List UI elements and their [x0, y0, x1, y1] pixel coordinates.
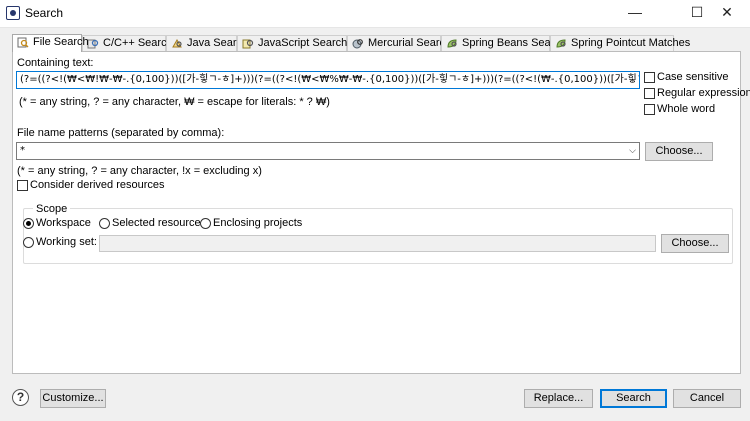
window-title: Search	[25, 6, 64, 20]
derived-resources-checkbox[interactable]	[17, 180, 28, 191]
tab-cpp-search[interactable]: C/C++ Search	[82, 35, 173, 51]
scope-workspace-label: Workspace	[36, 217, 91, 229]
file-patterns-hint: (* = any string, ? = any character, !x =…	[17, 165, 262, 177]
mercurial-search-icon	[352, 39, 363, 49]
whole-word-label: Whole word	[657, 103, 716, 115]
tab-label: Mercurial Search	[368, 37, 452, 49]
search-button[interactable]: Search	[600, 389, 667, 408]
scope-working-set-label: Working set:	[36, 236, 97, 248]
customize-button[interactable]: Customize...	[40, 389, 106, 408]
regex-label: Regular expression	[657, 87, 750, 99]
derived-resources-label: Consider derived resources	[30, 179, 165, 191]
replace-button[interactable]: Replace...	[524, 389, 593, 408]
tab-label: File Search	[33, 36, 89, 48]
tab-java-search[interactable]: Java Search	[166, 35, 248, 51]
containing-text-label: Containing text:	[17, 57, 94, 69]
close-button[interactable]: ✕	[704, 0, 750, 27]
search-tabs: File Search C/C++ Search Java Search Jav…	[12, 34, 742, 52]
minimize-button[interactable]: —	[612, 0, 658, 27]
tab-spring-beans-search[interactable]: Spring Beans Search	[441, 35, 566, 51]
regex-checkbox[interactable]	[644, 88, 655, 99]
scope-selected-label: Selected resources	[112, 217, 207, 229]
scope-label: Scope	[33, 203, 71, 215]
scope-enclosing-label: Enclosing projects	[213, 217, 303, 229]
cancel-button[interactable]: Cancel	[673, 389, 741, 408]
case-sensitive-checkbox[interactable]	[644, 72, 655, 83]
scope-workspace-radio[interactable]	[23, 218, 34, 229]
spring-pointcut-icon	[556, 39, 566, 48]
tab-file-search[interactable]: File Search	[12, 34, 89, 52]
scope-selected-radio[interactable]	[99, 218, 110, 229]
cpp-search-icon	[87, 39, 99, 49]
help-icon[interactable]: ?	[12, 389, 29, 406]
working-set-field	[99, 235, 656, 252]
whole-word-checkbox[interactable]	[644, 104, 655, 115]
file-patterns-label: File name patterns (separated by comma):	[17, 127, 225, 139]
chevron-down-icon[interactable]: ⌵	[629, 72, 636, 88]
scope-enclosing-radio[interactable]	[200, 218, 211, 229]
file-patterns-value: *	[20, 145, 25, 156]
tab-label: Spring Pointcut Matches	[571, 37, 691, 49]
tab-spring-pointcut-matches[interactable]: Spring Pointcut Matches	[550, 35, 690, 51]
spring-beans-icon	[447, 39, 457, 48]
java-search-icon	[172, 38, 182, 48]
tab-label: C/C++ Search	[103, 37, 173, 49]
containing-text-input[interactable]: (?=((?<!(₩<₩!₩-₩-.{0,100}))([가-힣ㄱ-ㅎ]+)))…	[16, 71, 640, 89]
containing-text-hint: (* = any string, ? = any character, ₩ = …	[19, 96, 330, 108]
choose-patterns-button[interactable]: Choose...	[645, 142, 713, 161]
title-bar: Search — ☐ ✕	[0, 0, 750, 28]
containing-text-value: (?=((?<!(₩<₩!₩-₩-.{0,100}))([가-힣ㄱ-ㅎ]+)))…	[20, 74, 640, 85]
tab-mercurial-search[interactable]: Mercurial Search	[347, 35, 451, 51]
scope-working-set-radio[interactable]	[23, 237, 34, 248]
chevron-down-icon[interactable]: ⌵	[629, 143, 636, 159]
eclipse-app-icon	[6, 6, 20, 20]
file-search-icon	[17, 37, 29, 48]
tab-label: JavaScript Search	[258, 37, 348, 49]
case-sensitive-label: Case sensitive	[657, 71, 729, 83]
file-patterns-input[interactable]: * ⌵	[16, 142, 640, 160]
file-search-panel: Containing text: (?=((?<!(₩<₩!₩-₩-.{0,10…	[12, 51, 750, 374]
tab-javascript-search[interactable]: JavaScript Search	[237, 35, 347, 51]
choose-working-set-button[interactable]: Choose...	[661, 234, 729, 253]
javascript-search-icon	[242, 39, 254, 49]
